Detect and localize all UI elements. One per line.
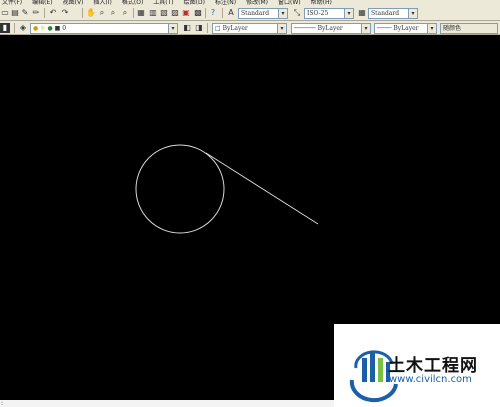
toolbar-separator <box>222 8 223 18</box>
table-style-icon[interactable]: ▦ <box>357 8 367 18</box>
lock-icon: ● <box>47 25 53 32</box>
toolbar-separator <box>14 23 15 33</box>
lineweight-value: ByLayer <box>393 25 419 32</box>
calculator-icon[interactable]: ▩ <box>193 8 203 18</box>
watermark-url: www.civilcn.com <box>389 374 472 385</box>
design-center-icon[interactable]: ▥ <box>148 8 158 18</box>
zoom-previous-icon[interactable]: ⌕ <box>120 8 130 18</box>
chevron-down-icon[interactable]: ▾ <box>168 24 177 33</box>
dim-style-icon[interactable]: ⤡ <box>292 8 302 18</box>
linetype-sample-icon: ────── <box>294 25 316 32</box>
sun-icon: ☼ <box>40 25 46 32</box>
plot-style-value: 随颜色 <box>443 25 462 32</box>
watermark: 土木工程网 www.civilcn.com <box>334 324 500 407</box>
lightbulb-icon: ● <box>33 25 39 32</box>
plot-style-select[interactable]: 随颜色 <box>440 23 498 34</box>
redo-icon[interactable]: ↷ <box>60 8 70 18</box>
sheet-set-icon[interactable]: ▨ <box>170 8 180 18</box>
open-file-icon[interactable]: ▤ <box>10 8 20 18</box>
pan-icon[interactable]: ✋ <box>86 8 96 18</box>
color-square-icon: □ <box>215 25 221 32</box>
chevron-down-icon[interactable]: ▾ <box>427 24 436 33</box>
layers-toolbar: ▮ ◈ ● ☼ ● ■ 0 ▾ ◧ ◨ □ ByLayer ▾ ────── B… <box>0 21 500 35</box>
layer-select[interactable]: ● ☼ ● ■ 0 ▾ <box>30 23 178 34</box>
make-current-layer-icon[interactable]: ◧ <box>182 23 192 33</box>
chevron-down-icon[interactable]: ▾ <box>277 24 286 33</box>
layer-states-icon[interactable]: ◈ <box>18 23 28 33</box>
dim-style-value: ISO-25 <box>307 10 329 17</box>
chevron-down-icon[interactable]: ▾ <box>408 9 417 18</box>
table-style-select[interactable]: Standard ▾ <box>368 8 418 19</box>
watermark-title: 土木工程网 <box>388 356 478 376</box>
help-icon[interactable]: ? <box>208 8 218 18</box>
zoom-realtime-icon[interactable]: ⌕ <box>97 8 107 18</box>
new-file-icon[interactable]: ▭ <box>0 8 10 18</box>
dim-style-select[interactable]: ISO-25 ▾ <box>304 8 354 19</box>
color-swatch-icon: ■ <box>54 25 61 32</box>
toolbar-separator <box>44 8 45 18</box>
layer-previous-icon[interactable]: ◨ <box>194 23 204 33</box>
standard-toolbar: ▭ ▤ ✎ ✏ ↶ ↷ ✋ ⌕ ⌕ ⌕ ▦ ▥ ▧ ▨ ▣ ▩ ? A Stan… <box>0 5 500 21</box>
lineweight-select[interactable]: ──── ByLayer ▾ <box>374 23 437 34</box>
text-style-select[interactable]: Standard ▾ <box>238 8 288 19</box>
linetype-value: ByLayer <box>317 25 343 32</box>
properties-icon[interactable]: ▦ <box>136 8 146 18</box>
color-value: ByLayer <box>222 25 248 32</box>
brush-icon[interactable]: ✎ <box>20 8 30 18</box>
zoom-window-icon[interactable]: ⌕ <box>108 8 118 18</box>
color-select[interactable]: □ ByLayer ▾ <box>212 23 287 34</box>
text-style-value: Standard <box>241 10 270 17</box>
drawn-circle[interactable] <box>135 144 225 234</box>
chevron-down-icon[interactable]: ▾ <box>278 9 287 18</box>
linetype-select[interactable]: ────── ByLayer ▾ <box>291 23 371 34</box>
chevron-down-icon[interactable]: ▾ <box>361 24 370 33</box>
markup-icon[interactable]: ▣ <box>181 8 191 18</box>
pencil-icon[interactable]: ✏ <box>31 8 41 18</box>
toolbar-separator <box>133 8 134 18</box>
lineweight-sample-icon: ──── <box>377 25 392 32</box>
layer-manager-icon[interactable]: ▮ <box>0 23 10 33</box>
toolbar-separator <box>82 8 83 18</box>
drawn-line[interactable] <box>205 152 319 225</box>
toolbar-separator <box>207 23 208 33</box>
command-prompt-icon: : <box>1 400 4 407</box>
chevron-down-icon[interactable]: ▾ <box>344 9 353 18</box>
text-style-icon[interactable]: A <box>226 8 236 18</box>
current-layer-value: 0 <box>62 25 67 32</box>
toolbar-separator <box>205 8 206 18</box>
undo-icon[interactable]: ↶ <box>48 8 58 18</box>
table-style-value: Standard <box>371 10 400 17</box>
tool-palettes-icon[interactable]: ▧ <box>159 8 169 18</box>
